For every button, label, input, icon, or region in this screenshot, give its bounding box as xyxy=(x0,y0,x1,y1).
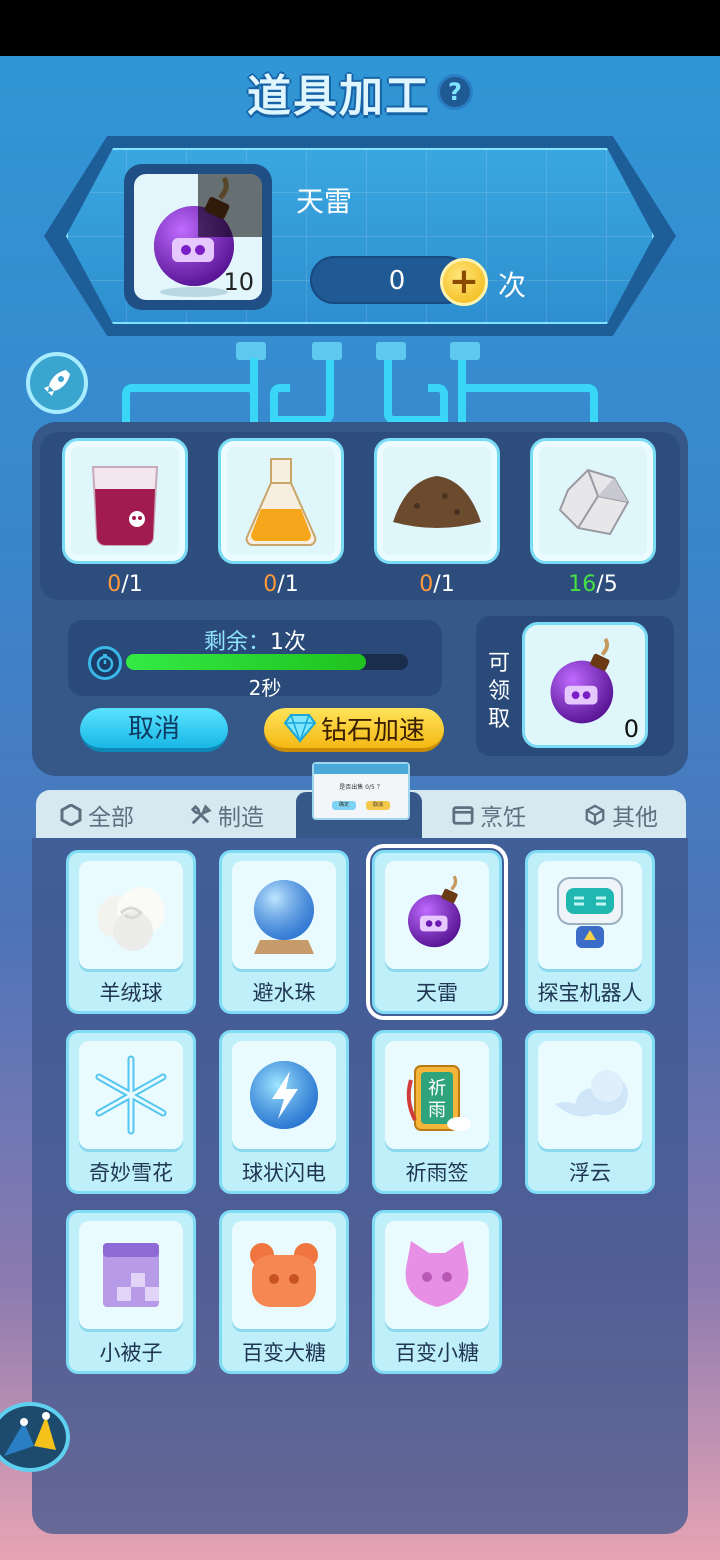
remaining-value: 1次 xyxy=(270,630,306,655)
svg-text:祈: 祈 xyxy=(428,1078,446,1099)
bomb-icon xyxy=(408,875,461,948)
increase-quantity-button[interactable]: + xyxy=(440,258,488,306)
item-card[interactable]: 小被子 xyxy=(66,1210,196,1374)
item-card-selected[interactable]: 天雷 xyxy=(366,844,508,1020)
item-card[interactable]: 祈雨 祈雨签 xyxy=(372,1030,502,1194)
item-card[interactable]: 百变小糖 xyxy=(372,1210,502,1374)
flask-icon xyxy=(245,458,317,546)
item-label: 奇妙雪花 xyxy=(89,1161,173,1185)
times-label: 次 xyxy=(498,269,527,302)
product-owned-count: 10 xyxy=(223,268,254,296)
pipe xyxy=(270,384,290,424)
progress-bar xyxy=(126,654,408,670)
pipe-connector xyxy=(236,342,266,360)
pipe xyxy=(458,384,598,424)
rain-charm-icon: 祈雨 xyxy=(406,1065,471,1131)
popup-confirm-button[interactable]: 确定 xyxy=(332,801,356,810)
rocket-button[interactable] xyxy=(26,352,88,414)
item-label: 球状闪电 xyxy=(242,1161,326,1185)
pipe xyxy=(122,384,258,424)
item-card[interactable]: 羊绒球 xyxy=(66,850,196,1014)
cube-icon xyxy=(584,804,606,826)
remaining-label: 剩余： xyxy=(203,630,270,655)
rocket-icon xyxy=(44,370,70,396)
item-label: 探宝机器人 xyxy=(537,981,643,1005)
item-card[interactable]: 避水珠 xyxy=(219,850,349,1014)
page-title-row: 道具加工 ? xyxy=(0,60,720,124)
material-count-2: 0/1 xyxy=(263,572,299,597)
item-label: 小被子 xyxy=(99,1341,163,1365)
blanket-icon xyxy=(103,1243,159,1307)
claim-label: 可 领 取 xyxy=(487,651,510,732)
material-slot-1[interactable] xyxy=(62,438,188,564)
beaker-icon xyxy=(91,466,159,546)
tab-label: 其他 xyxy=(612,805,658,831)
item-label: 浮云 xyxy=(569,1161,611,1185)
soil-pile-icon xyxy=(393,476,481,528)
tab-craft[interactable]: 制造 xyxy=(190,792,300,838)
product-slot[interactable]: 10 xyxy=(124,164,272,310)
sell-confirm-popup: 是否出售 0/5 ？ 确定 取消 xyxy=(312,762,410,820)
material-count-3: 0/1 xyxy=(419,572,455,597)
pipe-connector xyxy=(450,342,480,360)
cloud-icon xyxy=(555,1070,628,1117)
item-card[interactable]: 奇妙雪花 xyxy=(66,1030,196,1194)
diamond-icon xyxy=(283,714,317,743)
bomb-icon xyxy=(550,637,614,724)
tab-cooking[interactable]: 烹饪 xyxy=(452,792,562,838)
ore-rock-icon xyxy=(558,468,630,536)
popup-cancel-button[interactable]: 取消 xyxy=(366,801,390,810)
tools-icon xyxy=(190,804,212,826)
tab-all[interactable]: 全部 xyxy=(60,792,170,838)
popup-header xyxy=(314,764,408,774)
remaining-text: 剩余：1次 xyxy=(68,624,442,656)
item-label: 百变大糖 xyxy=(242,1341,326,1365)
item-label: 祈雨签 xyxy=(405,1161,469,1185)
progress-fill xyxy=(126,654,366,670)
pipe xyxy=(428,384,448,424)
speedup-label: 钻石加速 xyxy=(320,715,425,746)
crystal-ball-icon xyxy=(254,880,314,954)
material-slot-4[interactable] xyxy=(530,438,656,564)
tab-other[interactable]: 其他 xyxy=(584,792,684,838)
claim-slot[interactable]: 0 xyxy=(522,622,648,748)
material-slot-3[interactable] xyxy=(374,438,500,564)
stove-icon xyxy=(452,804,474,826)
status-bar xyxy=(0,0,720,56)
svg-text:雨: 雨 xyxy=(428,1100,446,1121)
tab-label: 全部 xyxy=(88,805,134,831)
item-card[interactable]: 探宝机器人 xyxy=(525,850,655,1014)
diamond-speedup-button[interactable]: 钻石加速 xyxy=(264,708,444,752)
product-name: 天雷 xyxy=(296,185,353,218)
jester-hat-icon xyxy=(4,1412,56,1456)
cat-candy-icon xyxy=(405,1241,469,1307)
claim-count: 0 xyxy=(623,715,639,743)
popup-message: 是否出售 0/5 ？ xyxy=(339,784,383,791)
item-label: 避水珠 xyxy=(252,981,316,1005)
pipe-connector xyxy=(376,342,406,360)
lightning-ball-icon xyxy=(250,1061,318,1129)
cancel-button[interactable]: 取消 xyxy=(80,708,228,752)
time-left: 2秒 xyxy=(248,676,282,700)
material-slot-2[interactable] xyxy=(218,438,344,564)
character-avatar-button[interactable] xyxy=(0,1402,70,1472)
snowflake-icon xyxy=(95,1055,167,1135)
wool-ball-icon xyxy=(97,887,165,951)
item-label: 羊绒球 xyxy=(99,981,163,1005)
material-count-1: 0/1 xyxy=(107,572,143,597)
help-button[interactable]: ? xyxy=(437,74,473,110)
item-card[interactable]: 球状闪电 xyxy=(219,1030,349,1194)
robot-icon xyxy=(557,877,623,948)
item-label: 百变小糖 xyxy=(395,1341,479,1365)
item-card[interactable]: 百变大糖 xyxy=(219,1210,349,1374)
tab-label: 烹饪 xyxy=(480,805,526,831)
item-card[interactable]: 浮云 xyxy=(525,1030,655,1194)
hexagon-icon xyxy=(60,804,82,826)
item-label: 天雷 xyxy=(416,981,458,1005)
pipe-connector xyxy=(312,342,342,360)
material-count-4: 16/5 xyxy=(568,572,618,597)
tab-label: 制造 xyxy=(218,805,264,831)
bear-candy-icon xyxy=(250,1243,318,1307)
page-title: 道具加工 xyxy=(247,71,431,122)
